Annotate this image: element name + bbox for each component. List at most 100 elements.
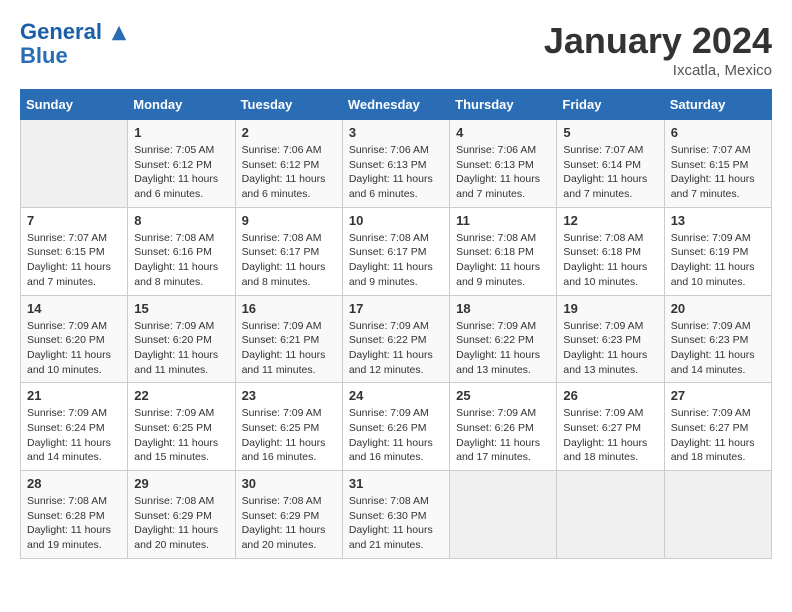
day-cell: 31 Sunrise: 7:08 AM Sunset: 6:30 PM Dayli… (342, 471, 449, 559)
day-number: 22 (134, 388, 228, 403)
day-number: 3 (349, 125, 443, 140)
day-info: Sunrise: 7:08 AM Sunset: 6:29 PM Dayligh… (242, 494, 336, 553)
day-number: 9 (242, 213, 336, 228)
day-info: Sunrise: 7:06 AM Sunset: 6:13 PM Dayligh… (349, 143, 443, 202)
day-info: Sunrise: 7:06 AM Sunset: 6:13 PM Dayligh… (456, 143, 550, 202)
day-cell: 23 Sunrise: 7:09 AM Sunset: 6:25 PM Dayli… (235, 383, 342, 471)
day-cell: 10Sunrise: 7:08 AM Sunset: 6:17 PM Dayli… (342, 207, 449, 295)
header-cell-friday: Friday (557, 90, 664, 120)
week-row-5: 28 Sunrise: 7:08 AM Sunset: 6:28 PM Dayli… (21, 471, 772, 559)
day-cell: 15Sunrise: 7:09 AM Sunset: 6:20 PM Dayli… (128, 295, 235, 383)
day-info: Sunrise: 7:07 AM Sunset: 6:14 PM Dayligh… (563, 143, 657, 202)
header-cell-tuesday: Tuesday (235, 90, 342, 120)
day-number: 21 (27, 388, 121, 403)
day-cell: 29Sunrise: 7:08 AM Sunset: 6:29 PM Dayli… (128, 471, 235, 559)
day-number: 28 (27, 476, 121, 491)
day-cell: 7Sunrise: 7:07 AM Sunset: 6:15 PM Daylig… (21, 207, 128, 295)
day-number: 14 (27, 301, 121, 316)
day-cell: 13Sunrise: 7:09 AM Sunset: 6:19 PM Dayli… (664, 207, 771, 295)
day-cell: 3 Sunrise: 7:06 AM Sunset: 6:13 PM Daylig… (342, 120, 449, 208)
day-info: Sunrise: 7:08 AM Sunset: 6:17 PM Dayligh… (242, 231, 336, 290)
day-number: 2 (242, 125, 336, 140)
calendar-table: SundayMondayTuesdayWednesdayThursdayFrid… (20, 89, 772, 559)
location-text: Ixcatla, Mexico (544, 62, 772, 79)
day-number: 24 (349, 388, 443, 403)
day-cell: 5 Sunrise: 7:07 AM Sunset: 6:14 PM Daylig… (557, 120, 664, 208)
day-number: 23 (242, 388, 336, 403)
day-info: Sunrise: 7:09 AM Sunset: 6:26 PM Dayligh… (456, 406, 550, 465)
day-number: 5 (563, 125, 657, 140)
day-cell: 19 Sunrise: 7:09 AM Sunset: 6:23 PM Dayli… (557, 295, 664, 383)
day-cell: 11 Sunrise: 7:08 AM Sunset: 6:18 PM Dayli… (450, 207, 557, 295)
day-cell: 26 Sunrise: 7:09 AM Sunset: 6:27 PM Dayli… (557, 383, 664, 471)
day-info: Sunrise: 7:08 AM Sunset: 6:30 PM Dayligh… (349, 494, 443, 553)
day-cell (664, 471, 771, 559)
week-row-2: 7Sunrise: 7:07 AM Sunset: 6:15 PM Daylig… (21, 207, 772, 295)
day-cell: 20Sunrise: 7:09 AM Sunset: 6:23 PM Dayli… (664, 295, 771, 383)
day-number: 6 (671, 125, 765, 140)
day-number: 27 (671, 388, 765, 403)
page-header: General Blue January 2024 Ixcatla, Mexic… (20, 20, 772, 79)
day-info: Sunrise: 7:09 AM Sunset: 6:21 PM Dayligh… (242, 319, 336, 378)
day-info: Sunrise: 7:06 AM Sunset: 6:12 PM Dayligh… (242, 143, 336, 202)
day-number: 1 (134, 125, 228, 140)
day-cell: 16 Sunrise: 7:09 AM Sunset: 6:21 PM Dayli… (235, 295, 342, 383)
day-cell (21, 120, 128, 208)
day-info: Sunrise: 7:08 AM Sunset: 6:18 PM Dayligh… (563, 231, 657, 290)
month-title: January 2024 (544, 20, 772, 62)
day-info: Sunrise: 7:08 AM Sunset: 6:18 PM Dayligh… (456, 231, 550, 290)
day-number: 26 (563, 388, 657, 403)
day-info: Sunrise: 7:05 AM Sunset: 6:12 PM Dayligh… (134, 143, 228, 202)
logo-text-blue: Blue (20, 44, 128, 68)
day-number: 19 (563, 301, 657, 316)
day-number: 31 (349, 476, 443, 491)
day-number: 11 (456, 213, 550, 228)
day-info: Sunrise: 7:09 AM Sunset: 6:27 PM Dayligh… (563, 406, 657, 465)
day-cell: 18 Sunrise: 7:09 AM Sunset: 6:22 PM Dayli… (450, 295, 557, 383)
day-cell: 24 Sunrise: 7:09 AM Sunset: 6:26 PM Dayli… (342, 383, 449, 471)
day-number: 30 (242, 476, 336, 491)
logo-text: General (20, 20, 128, 44)
day-number: 12 (563, 213, 657, 228)
header-cell-wednesday: Wednesday (342, 90, 449, 120)
day-info: Sunrise: 7:09 AM Sunset: 6:22 PM Dayligh… (349, 319, 443, 378)
day-info: Sunrise: 7:09 AM Sunset: 6:23 PM Dayligh… (563, 319, 657, 378)
week-row-3: 14 Sunrise: 7:09 AM Sunset: 6:20 PM Dayli… (21, 295, 772, 383)
day-cell: 21 Sunrise: 7:09 AM Sunset: 6:24 PM Dayli… (21, 383, 128, 471)
day-number: 13 (671, 213, 765, 228)
day-number: 10 (349, 213, 443, 228)
header-cell-thursday: Thursday (450, 90, 557, 120)
day-number: 18 (456, 301, 550, 316)
day-info: Sunrise: 7:09 AM Sunset: 6:26 PM Dayligh… (349, 406, 443, 465)
logo: General Blue (20, 20, 128, 68)
day-info: Sunrise: 7:09 AM Sunset: 6:25 PM Dayligh… (242, 406, 336, 465)
day-number: 17 (349, 301, 443, 316)
day-info: Sunrise: 7:09 AM Sunset: 6:23 PM Dayligh… (671, 319, 765, 378)
day-cell: 30 Sunrise: 7:08 AM Sunset: 6:29 PM Dayli… (235, 471, 342, 559)
day-number: 15 (134, 301, 228, 316)
day-info: Sunrise: 7:08 AM Sunset: 6:28 PM Dayligh… (27, 494, 121, 553)
day-cell: 17 Sunrise: 7:09 AM Sunset: 6:22 PM Dayli… (342, 295, 449, 383)
day-info: Sunrise: 7:09 AM Sunset: 6:22 PM Dayligh… (456, 319, 550, 378)
day-info: Sunrise: 7:09 AM Sunset: 6:25 PM Dayligh… (134, 406, 228, 465)
day-info: Sunrise: 7:07 AM Sunset: 6:15 PM Dayligh… (671, 143, 765, 202)
day-info: Sunrise: 7:09 AM Sunset: 6:27 PM Dayligh… (671, 406, 765, 465)
day-cell (450, 471, 557, 559)
day-number: 16 (242, 301, 336, 316)
header-cell-sunday: Sunday (21, 90, 128, 120)
day-number: 4 (456, 125, 550, 140)
header-cell-saturday: Saturday (664, 90, 771, 120)
day-cell: 1 Sunrise: 7:05 AM Sunset: 6:12 PM Daylig… (128, 120, 235, 208)
day-cell: 27 Sunrise: 7:09 AM Sunset: 6:27 PM Dayli… (664, 383, 771, 471)
day-info: Sunrise: 7:09 AM Sunset: 6:24 PM Dayligh… (27, 406, 121, 465)
day-cell: 14 Sunrise: 7:09 AM Sunset: 6:20 PM Dayli… (21, 295, 128, 383)
day-cell: 25Sunrise: 7:09 AM Sunset: 6:26 PM Dayli… (450, 383, 557, 471)
day-cell: 8 Sunrise: 7:08 AM Sunset: 6:16 PM Daylig… (128, 207, 235, 295)
day-info: Sunrise: 7:09 AM Sunset: 6:20 PM Dayligh… (27, 319, 121, 378)
header-cell-monday: Monday (128, 90, 235, 120)
day-info: Sunrise: 7:08 AM Sunset: 6:16 PM Dayligh… (134, 231, 228, 290)
day-number: 8 (134, 213, 228, 228)
day-cell: 6 Sunrise: 7:07 AM Sunset: 6:15 PM Daylig… (664, 120, 771, 208)
week-row-4: 21 Sunrise: 7:09 AM Sunset: 6:24 PM Dayli… (21, 383, 772, 471)
day-cell: 9 Sunrise: 7:08 AM Sunset: 6:17 PM Daylig… (235, 207, 342, 295)
